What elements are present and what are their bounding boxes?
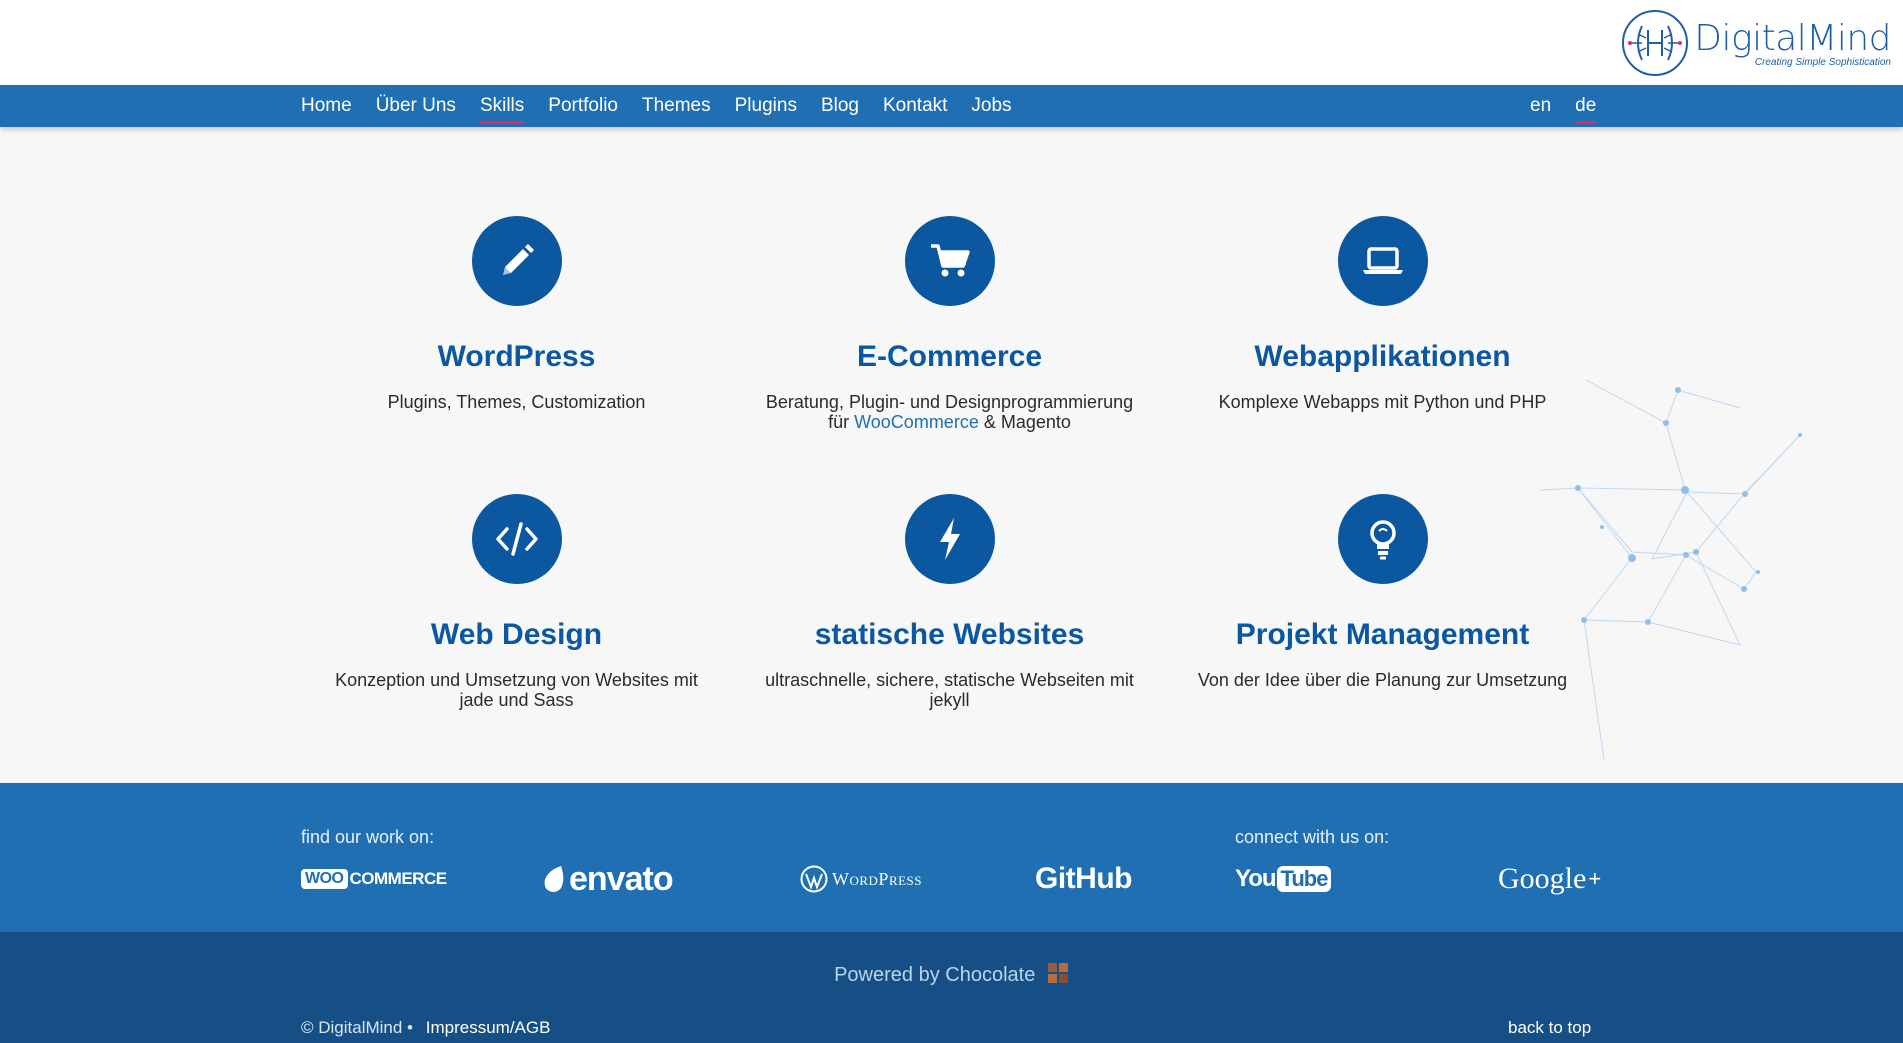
github-logo[interactable]: GitHub — [1035, 859, 1132, 899]
skill-desc: Beratung, Plugin- und Designprogrammieru… — [733, 392, 1166, 432]
cart-icon — [904, 216, 995, 306]
skill-title: Webapplikationen — [1254, 340, 1511, 373]
wordpress-w-icon — [800, 865, 828, 893]
bolt-icon — [904, 494, 995, 584]
laptop-icon — [1337, 216, 1428, 306]
nav-item-skills[interactable]: Skills — [479, 85, 525, 127]
logo-tagline: Creating Simple Sophistication — [1754, 56, 1891, 68]
chocolate-icon — [1047, 963, 1068, 983]
wordpress-logo[interactable]: WordPress — [800, 859, 922, 899]
nav-item-plugins[interactable]: Plugins — [735, 85, 797, 127]
pencil-icon — [471, 216, 562, 306]
nav-item-jobs[interactable]: Jobs — [971, 85, 1011, 127]
main-nav: Home Über Uns Skills Portfolio Themes Plugins… — [0, 85, 1903, 127]
nav-item-themes[interactable]: Themes — [642, 85, 711, 127]
google-plus-logo[interactable]: Google + — [1498, 859, 1601, 899]
back-to-top-link[interactable]: back to top — [1508, 1018, 1591, 1038]
youtube-logo[interactable]: You Tube — [1235, 859, 1332, 899]
woo-badge: WOO — [301, 869, 348, 889]
skill-title: WordPress — [437, 340, 596, 373]
nav-item--ber-uns[interactable]: Über Uns — [376, 85, 456, 127]
skill-desc: Plugins, Themes, Customization — [387, 392, 646, 412]
skill-project-management: Projekt Management Von der Idee über die… — [1166, 494, 1599, 690]
language-switcher: en de — [1530, 85, 1597, 127]
lightbulb-icon — [1337, 494, 1428, 584]
skill-webapps: Webapplikationen Komplexe Webapps mit Py… — [1166, 216, 1599, 412]
connect-label: connect with us on: — [1235, 827, 1390, 847]
skill-wordpress: WordPress Plugins, Themes, Customization — [300, 216, 733, 412]
skill-desc: Von der Idee über die Planung zur Umsetz… — [1197, 670, 1568, 690]
skills-grid: WordPress Plugins, Themes, Customization… — [300, 200, 1600, 760]
find-work-label: find our work on: — [301, 827, 435, 847]
wordpress-text: WordPress — [832, 868, 923, 889]
copyright: © DigitalMind • — [301, 1018, 414, 1037]
skill-static-websites: statische Websites ultraschnelle, sicher… — [733, 494, 1166, 710]
woo-text: COMMERCE — [349, 869, 448, 888]
envato-text: envato — [569, 859, 674, 898]
footer-left: © DigitalMind • Impressum/AGB — [301, 1018, 550, 1038]
nav-item-home[interactable]: Home — [301, 85, 352, 127]
nav-items: Home Über Uns Skills Portfolio Themes Plugins… — [301, 85, 1036, 127]
youtube-you-text: You — [1235, 865, 1277, 892]
skill-ecommerce: E-Commerce Beratung, Plugin- und Designp… — [733, 216, 1166, 432]
woocommerce-link[interactable]: WooCommerce — [854, 412, 979, 432]
lang-de[interactable]: de — [1575, 85, 1597, 127]
skill-desc: Konzeption und Umsetzung von Websites mi… — [335, 670, 698, 710]
logo-name: DigitalMind — [1694, 17, 1891, 59]
nav-item-kontakt[interactable]: Kontakt — [883, 85, 947, 127]
skill-title: E-Commerce — [856, 340, 1043, 373]
nav-item-portfolio[interactable]: Portfolio — [548, 85, 618, 127]
woocommerce-logo[interactable]: WOO COMMERCE — [301, 859, 447, 899]
site-logo[interactable]: DigitalMind Creating Simple Sophisticati… — [1620, 8, 1891, 78]
youtube-tube-text: Tube — [1276, 866, 1332, 892]
powered-text: Powered by Chocolate — [834, 964, 1036, 986]
skill-title: Projekt Management — [1235, 618, 1530, 651]
footer: Powered by Chocolate © DigitalMind • Imp… — [0, 932, 1903, 1043]
logo-mark-icon — [1622, 10, 1689, 76]
envato-leaf-icon — [544, 866, 564, 892]
skill-desc-text: & Magento — [978, 412, 1071, 432]
skill-title: statische Websites — [814, 618, 1085, 651]
code-icon — [471, 494, 562, 584]
top-header: DigitalMind Creating Simple Sophisticati… — [0, 0, 1903, 85]
skill-desc: Komplexe Webapps mit Python und PHP — [1218, 392, 1547, 412]
skill-desc: ultraschnelle, sichere, statische Websei… — [765, 670, 1134, 710]
google-plus-text: + — [1588, 866, 1602, 891]
google-text: Google — [1498, 862, 1587, 895]
github-text: GitHub — [1035, 862, 1132, 895]
nav-item-blog[interactable]: Blog — [821, 85, 859, 127]
impressum-link[interactable]: Impressum/AGB — [426, 1018, 551, 1037]
skill-title: Web Design — [430, 618, 603, 651]
partners-band: find our work on: connect with us on: WO… — [0, 783, 1903, 932]
powered-by: Powered by Chocolate — [0, 962, 1903, 987]
envato-logo[interactable]: envato — [541, 859, 674, 899]
lang-en[interactable]: en — [1530, 85, 1551, 127]
skill-webdesign: Web Design Konzeption und Umsetzung von … — [300, 494, 733, 710]
